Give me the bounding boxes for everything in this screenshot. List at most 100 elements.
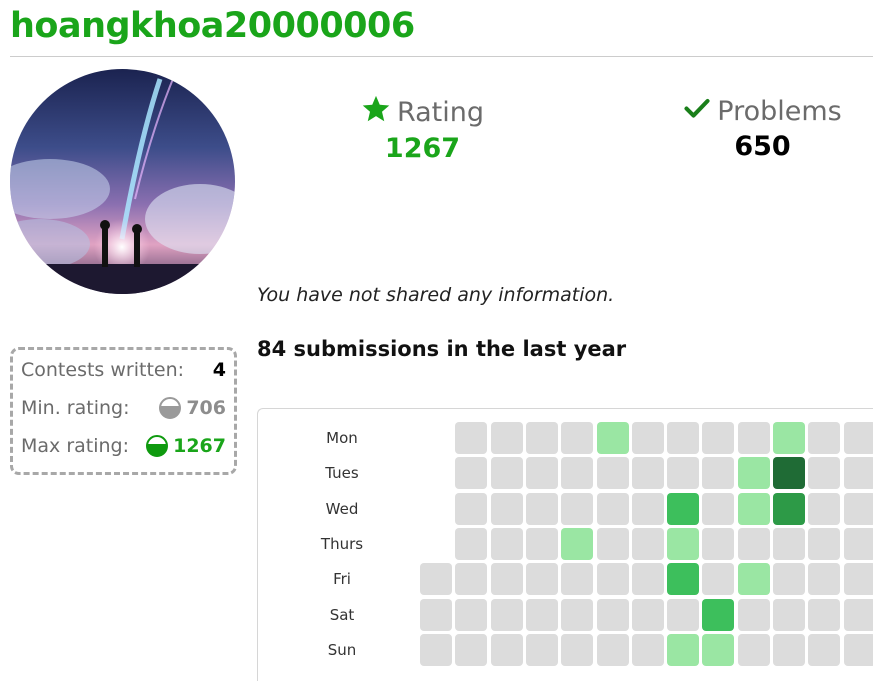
heatmap-cell[interactable] xyxy=(596,422,629,454)
heatmap-cell[interactable] xyxy=(420,563,452,596)
heatmap-cell[interactable] xyxy=(702,492,735,525)
heatmap-cell[interactable] xyxy=(490,422,523,454)
heatmap-cell[interactable] xyxy=(773,563,805,596)
heatmap-cell[interactable] xyxy=(843,527,873,560)
heatmap-cell[interactable] xyxy=(490,457,523,490)
heatmap-cell[interactable] xyxy=(455,422,488,454)
heatmap-cell[interactable] xyxy=(702,563,735,596)
heatmap-cell[interactable] xyxy=(631,422,664,454)
submissions-title: 84 submissions in the last year xyxy=(257,337,627,361)
heatmap-cell[interactable] xyxy=(420,633,452,666)
heatmap-cell[interactable] xyxy=(808,633,841,666)
heatmap-cell[interactable] xyxy=(490,598,523,631)
heatmap-cell[interactable] xyxy=(525,457,558,490)
heatmap-cell[interactable] xyxy=(455,598,488,631)
heatmap-cell[interactable] xyxy=(843,598,873,631)
heatmap-cell[interactable] xyxy=(596,457,629,490)
heatmap-cell[interactable] xyxy=(561,598,594,631)
rating-circle-icon xyxy=(146,435,169,457)
heatmap-cell[interactable] xyxy=(525,422,558,454)
heatmap-cell[interactable] xyxy=(455,492,488,525)
heatmap-cell[interactable] xyxy=(596,633,629,666)
heatmap-cell[interactable] xyxy=(525,492,558,525)
problems-label: Problems xyxy=(717,96,842,127)
heatmap-cell[interactable] xyxy=(808,563,841,596)
heatmap-cell[interactable] xyxy=(667,457,700,490)
heatmap-cell[interactable] xyxy=(490,492,523,525)
heatmap-cell[interactable] xyxy=(525,598,558,631)
heatmap-cell[interactable] xyxy=(773,492,805,525)
heatmap-cell[interactable] xyxy=(808,527,841,560)
heatmap-cell[interactable] xyxy=(561,563,594,596)
heatmap-cell[interactable] xyxy=(455,633,488,666)
heatmap-cell[interactable] xyxy=(561,633,594,666)
submission-heatmap: Mon Tues Wed Thurs Fri Sat Sun xyxy=(257,408,873,681)
heatmap-cell[interactable] xyxy=(631,598,664,631)
heatmap-cell[interactable] xyxy=(702,633,735,666)
max-rating-label: Max rating: xyxy=(21,435,130,457)
heatmap-cell[interactable] xyxy=(702,457,735,490)
heatmap-cell[interactable] xyxy=(737,492,770,525)
heatmap-cell[interactable] xyxy=(843,633,873,666)
heatmap-cell[interactable] xyxy=(631,492,664,525)
contest-summary-box: Contests written: 4 Min. rating: 706 Max… xyxy=(10,347,237,475)
heatmap-cell[interactable] xyxy=(525,527,558,560)
heatmap-cell[interactable] xyxy=(773,633,805,666)
heatmap-cell[interactable] xyxy=(455,563,488,596)
heatmap-cell[interactable] xyxy=(490,527,523,560)
rating-value: 1267 xyxy=(384,133,461,164)
heatmap-cell[interactable] xyxy=(525,563,558,596)
heatmap-cell[interactable] xyxy=(737,527,770,560)
heatmap-cell[interactable] xyxy=(561,422,594,454)
heatmap-cell[interactable] xyxy=(667,598,700,631)
heatmap-cell[interactable] xyxy=(843,422,873,454)
heatmap-cell[interactable] xyxy=(596,598,629,631)
heatmap-cell[interactable] xyxy=(702,422,735,454)
heatmap-cell[interactable] xyxy=(843,563,873,596)
heatmap-cell[interactable] xyxy=(667,527,700,560)
heatmap-cell[interactable] xyxy=(737,563,770,596)
heatmap-cell[interactable] xyxy=(631,633,664,666)
heatmap-cell[interactable] xyxy=(631,527,664,560)
heatmap-cell[interactable] xyxy=(773,598,805,631)
heatmap-cell[interactable] xyxy=(631,563,664,596)
heatmap-cell[interactable] xyxy=(596,492,629,525)
heatmap-cell[interactable] xyxy=(773,422,805,454)
heatmap-cell[interactable] xyxy=(808,598,841,631)
heatmap-cell[interactable] xyxy=(773,527,805,560)
heatmap-cell[interactable] xyxy=(631,457,664,490)
heatmap-cell[interactable] xyxy=(808,422,841,454)
heatmap-cell[interactable] xyxy=(667,492,700,525)
heatmap-cell[interactable] xyxy=(737,422,770,454)
max-rating-value: 1267 xyxy=(173,435,226,457)
heatmap-cell[interactable] xyxy=(737,633,770,666)
contests-written-value: 4 xyxy=(212,359,226,381)
heatmap-cell[interactable] xyxy=(773,457,805,490)
heatmap-cell[interactable] xyxy=(702,598,735,631)
heatmap-cell[interactable] xyxy=(702,527,735,560)
heatmap-cell[interactable] xyxy=(490,633,523,666)
day-label: Sun xyxy=(327,640,357,659)
heatmap-cell[interactable] xyxy=(561,492,594,525)
heatmap-cell[interactable] xyxy=(561,457,594,490)
heatmap-cell[interactable] xyxy=(737,457,770,490)
heatmap-cell[interactable] xyxy=(808,492,841,525)
heatmap-cell[interactable] xyxy=(667,422,700,454)
heatmap-cell[interactable] xyxy=(843,492,873,525)
heatmap-cell[interactable] xyxy=(420,598,452,631)
heatmap-cell[interactable] xyxy=(667,563,700,596)
heatmap-cell[interactable] xyxy=(737,598,770,631)
heatmap-cell[interactable] xyxy=(596,527,629,560)
heatmap-cell[interactable] xyxy=(596,563,629,596)
heatmap-cell[interactable] xyxy=(455,527,488,560)
min-rating-label: Min. rating: xyxy=(21,397,130,419)
heatmap-cell[interactable] xyxy=(525,633,558,666)
heatmap-cell[interactable] xyxy=(455,457,488,490)
contests-written-row: Contests written: 4 xyxy=(21,352,234,388)
heatmap-cell[interactable] xyxy=(490,563,523,596)
heatmap-cell[interactable] xyxy=(667,633,700,666)
heatmap-cell[interactable] xyxy=(843,457,873,490)
heatmap-cell[interactable] xyxy=(808,457,841,490)
day-label: Tues xyxy=(325,464,359,483)
heatmap-cell[interactable] xyxy=(561,527,594,560)
